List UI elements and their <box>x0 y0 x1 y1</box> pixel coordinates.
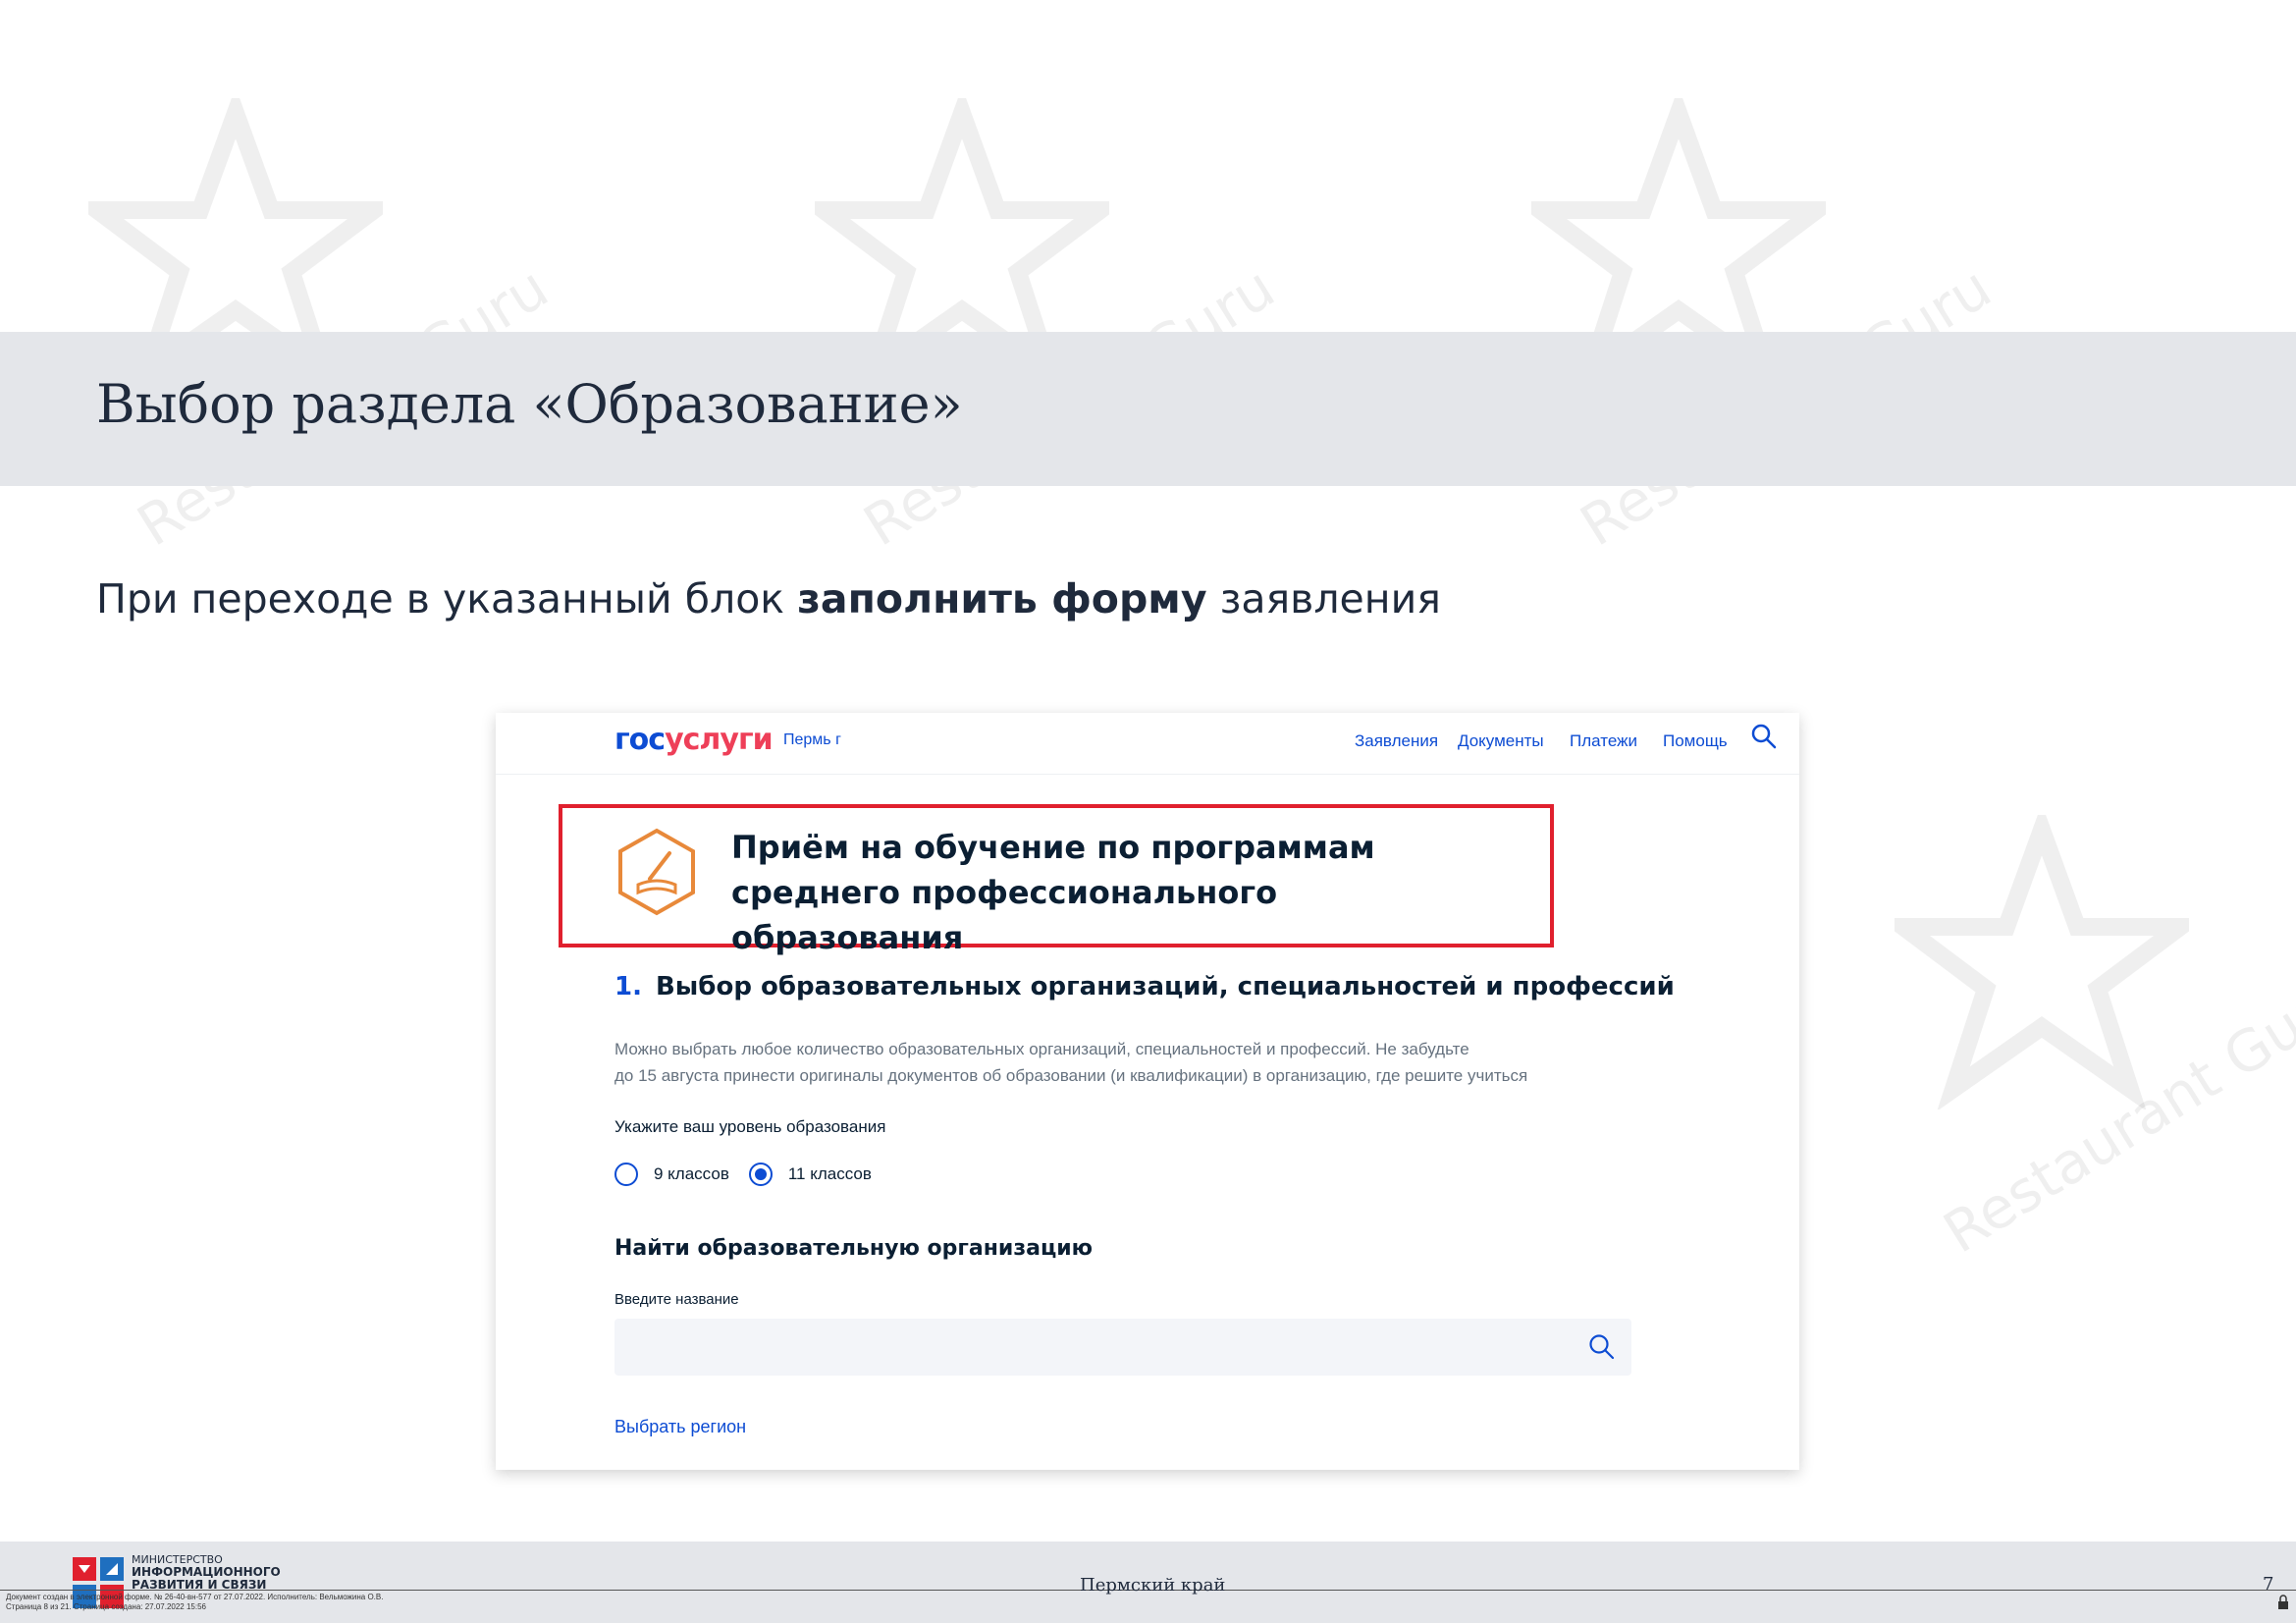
site-header: госуслуги Пермь г Заявления Документы Пл… <box>496 713 1799 775</box>
nav-applications[interactable]: Заявления <box>1355 731 1438 751</box>
radio-9-label[interactable]: 9 классов <box>654 1164 729 1184</box>
nav-payments[interactable]: Платежи <box>1570 731 1637 751</box>
radio-11-classes[interactable] <box>748 1163 773 1186</box>
step-title: Выбор образовательных организаций, специ… <box>655 972 1675 1001</box>
footer-region: Пермский край <box>1080 1575 1226 1596</box>
step-description: Можно выбрать любое количество образоват… <box>614 1040 1528 1085</box>
select-region-link[interactable]: Выбрать регион <box>614 1417 746 1437</box>
radio-11-label[interactable]: 11 классов <box>788 1164 872 1184</box>
ministry-name: МИНИСТЕРСТВО ИНФОРМАЦИОННОГО РАЗВИТИЯ И … <box>132 1553 281 1592</box>
watermark-star-icon <box>1895 815 2189 1109</box>
lock-icon <box>2278 1595 2288 1609</box>
nav-help[interactable]: Помощь <box>1663 731 1728 751</box>
radio-9-classes[interactable] <box>614 1163 638 1186</box>
slide-title: Выбор раздела «Образование» <box>96 373 963 435</box>
education-level-label: Укажите ваш уровень образования <box>614 1117 886 1136</box>
service-title: Приём на обучение по программам среднего… <box>731 829 1375 956</box>
page-number: 7 <box>2263 1574 2274 1595</box>
find-organization-title: Найти образовательную организацию <box>614 1236 1094 1261</box>
lead-prefix: При переходе в указанный блок <box>96 575 798 622</box>
search-icon[interactable] <box>1587 1332 1617 1362</box>
step-heading: 1. Выбор образовательных организаций, спе… <box>614 972 1675 1001</box>
org-name-input[interactable] <box>614 1319 1631 1376</box>
step-number: 1. <box>614 972 642 1001</box>
document-stamp: Документ создан в электронной форме. № 2… <box>6 1593 384 1611</box>
watermark-text: Restaurant Guru <box>1932 960 2296 1267</box>
lead-suffix: заявления <box>1206 575 1441 622</box>
education-level-group: 9 классов 11 классов <box>614 1160 872 1189</box>
lead-bold: заполнить форму <box>797 575 1207 622</box>
gosuslugi-logo[interactable]: госуслуги <box>614 723 774 757</box>
diploma-pen-icon <box>618 828 695 916</box>
city-selector[interactable]: Пермь г <box>783 731 841 749</box>
search-icon[interactable] <box>1750 723 1778 750</box>
gosuslugi-screenshot: госуслуги Пермь г Заявления Документы Пл… <box>496 713 1799 1470</box>
lead-text: При переходе в указанный блок заполнить … <box>96 575 1441 622</box>
org-name-label: Введите название <box>614 1291 739 1308</box>
nav-documents[interactable]: Документы <box>1458 731 1544 751</box>
